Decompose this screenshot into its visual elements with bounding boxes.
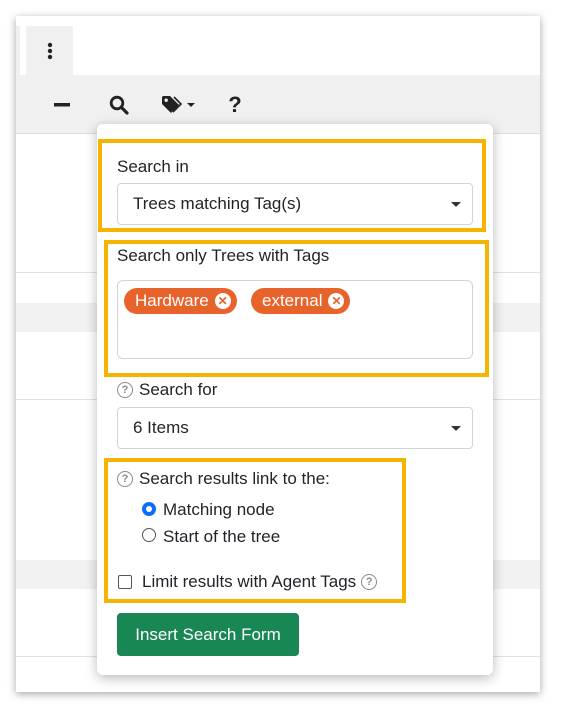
search-in-label: Search in	[117, 157, 189, 176]
remove-tag-icon[interactable]: ✕	[328, 293, 345, 309]
tag-chip-label: external	[262, 291, 323, 310]
help-circle-icon[interactable]: ?	[361, 574, 378, 590]
search-button[interactable]	[106, 93, 132, 117]
radio-matching-node[interactable]	[142, 502, 156, 516]
search-for-label-row: ? Search for	[117, 380, 217, 400]
radio-start-of-tree-label[interactable]: Start of the tree	[163, 527, 280, 547]
tag-dropdown-icon	[162, 96, 195, 113]
insert-search-form-button[interactable]: Insert Search Form	[117, 613, 299, 656]
tab-bar	[16, 16, 540, 75]
results-link-label: Search results link to the:	[139, 469, 330, 488]
limit-agent-tags-row: Limit results with Agent Tags ?	[142, 572, 378, 592]
search-for-select[interactable]: 6 Items	[117, 407, 473, 449]
radio-matching-node-label[interactable]: Matching node	[163, 500, 275, 520]
tag-chip-label: Hardware	[135, 291, 209, 310]
tag-chip-hardware[interactable]: Hardware ✕	[124, 288, 237, 314]
search-in-select[interactable]: Trees matching Tag(s)	[117, 183, 473, 225]
radio-start-of-tree[interactable]	[142, 528, 156, 542]
minus-icon	[54, 103, 70, 107]
results-link-label-row: ? Search results link to the:	[117, 469, 330, 489]
help-button[interactable]: ?	[224, 92, 246, 117]
search-form-popover: Search in Trees matching Tag(s) Search o…	[97, 124, 493, 675]
tags-input[interactable]: Hardware ✕ external ✕	[117, 280, 473, 359]
tag-dropdown-button[interactable]	[160, 93, 200, 117]
limit-agent-tags-checkbox[interactable]	[118, 575, 132, 589]
tags-filter-label: Search only Trees with Tags	[117, 246, 330, 265]
search-for-label: Search for	[139, 380, 218, 399]
tab-edge	[16, 26, 20, 75]
chevron-down-icon	[451, 202, 461, 207]
limit-agent-tags-label[interactable]: Limit results with Agent Tags	[142, 572, 356, 592]
collapse-button[interactable]	[50, 93, 74, 117]
chevron-down-icon	[451, 426, 461, 431]
search-in-value: Trees matching Tag(s)	[133, 194, 302, 213]
more-options-button[interactable]	[26, 26, 73, 75]
search-for-value: 6 Items	[133, 418, 189, 437]
search-icon	[109, 95, 129, 115]
help-circle-icon[interactable]: ?	[117, 471, 133, 487]
remove-tag-icon[interactable]: ✕	[214, 293, 231, 309]
help-circle-icon[interactable]: ?	[117, 382, 133, 398]
tag-chip-external[interactable]: external ✕	[251, 288, 351, 314]
kebab-vertical-icon	[47, 42, 52, 59]
